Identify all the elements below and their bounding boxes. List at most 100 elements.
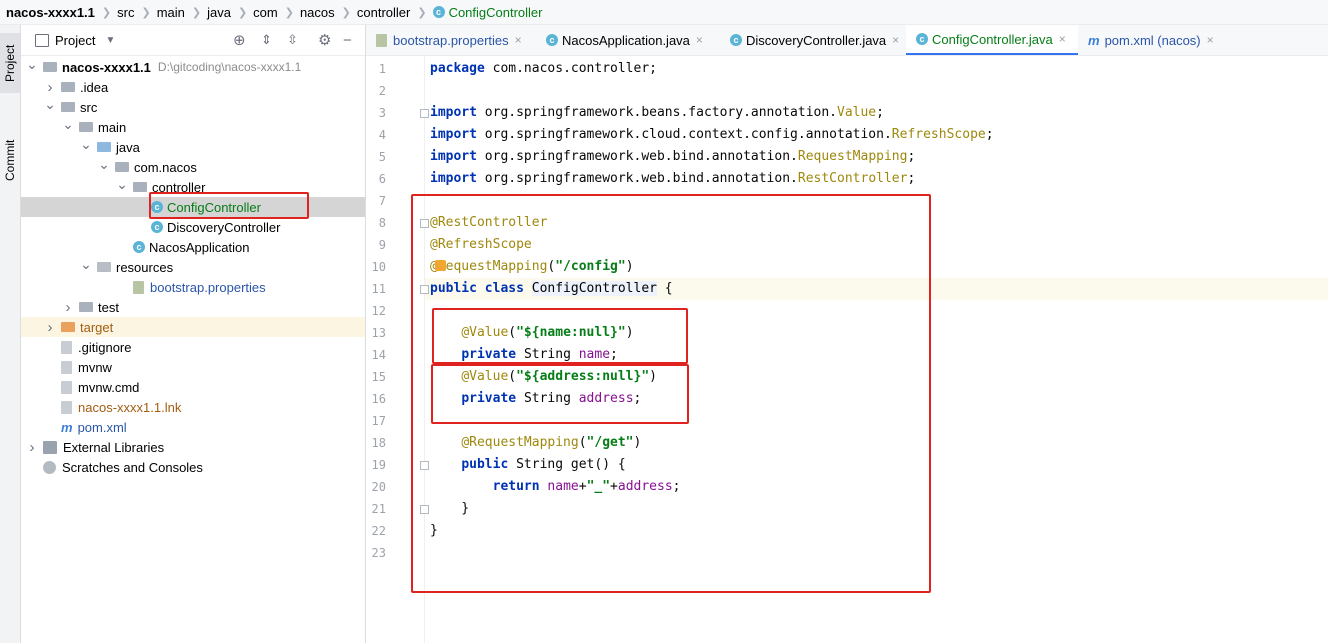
tree-item[interactable]: bootstrap.properties bbox=[21, 277, 365, 297]
breadcrumb-item[interactable]: java ❯ bbox=[201, 5, 247, 20]
tree-item[interactable]: c DiscoveryController bbox=[21, 217, 365, 237]
breadcrumb-item[interactable]: controller ❯ bbox=[351, 5, 427, 20]
tree-item[interactable]: mvnw.cmd bbox=[21, 377, 365, 397]
tool-window-strip: Project Commit bbox=[0, 25, 21, 643]
code-token: import bbox=[430, 149, 477, 164]
fold-marker-icon[interactable] bbox=[420, 109, 429, 118]
tree-item-label: Scratches and Consoles bbox=[62, 459, 203, 475]
chevron-down-icon[interactable]: ⌄ bbox=[25, 56, 39, 73]
tree-item[interactable]: ⌄ nacos-xxxx1.1 D:\gitcoding\nacos-xxxx1.1 bbox=[21, 56, 365, 77]
tree-item[interactable]: › target bbox=[21, 317, 365, 337]
chevron-right-icon[interactable]: › bbox=[61, 299, 75, 316]
line-number: 9 bbox=[378, 238, 386, 252]
expand-all-icon[interactable]: ⇕ bbox=[261, 32, 272, 48]
chevron-right-icon[interactable]: › bbox=[43, 79, 57, 96]
breadcrumb-separator-icon: ❯ bbox=[417, 6, 427, 19]
tree-item[interactable]: .gitignore bbox=[21, 337, 365, 357]
tree-item-label: target bbox=[80, 319, 114, 335]
tree-item[interactable]: ⌄ resources bbox=[21, 256, 365, 277]
editor-tab[interactable]: m pom.xml (nacos) × bbox=[1078, 25, 1228, 55]
code-token: ; bbox=[907, 149, 916, 164]
breadcrumb-item[interactable]: c ConfigController bbox=[427, 5, 543, 20]
editor-tab-label: pom.xml (nacos) bbox=[1104, 32, 1201, 48]
tree-item[interactable]: m pom.xml bbox=[21, 417, 365, 437]
breadcrumb-item[interactable]: src ❯ bbox=[111, 5, 151, 20]
close-icon[interactable]: × bbox=[696, 33, 703, 47]
hide-panel-icon[interactable]: − bbox=[343, 32, 352, 49]
chevron-down-icon[interactable]: ⌄ bbox=[43, 96, 57, 113]
collapse-all-icon[interactable]: ⇳ bbox=[287, 32, 298, 48]
code-line: package com.nacos.controller; bbox=[430, 58, 657, 80]
breadcrumb-item[interactable]: nacos-xxxx1.1 ❯ bbox=[0, 5, 111, 20]
editor-tab[interactable]: c DiscoveryController.java × bbox=[720, 25, 906, 55]
annotation-box-name-field bbox=[432, 308, 688, 364]
line-number: 18 bbox=[371, 436, 386, 450]
commit-tool-tab[interactable]: Commit bbox=[0, 125, 20, 195]
breadcrumb-separator-icon: ❯ bbox=[284, 6, 294, 19]
chevron-down-icon[interactable]: ⌄ bbox=[79, 256, 93, 273]
close-icon[interactable]: × bbox=[1059, 32, 1066, 46]
chevron-right-icon[interactable]: › bbox=[43, 319, 57, 336]
tree-item-label: DiscoveryController bbox=[167, 219, 281, 235]
resources-folder-icon bbox=[97, 262, 111, 272]
line-number: 14 bbox=[371, 348, 386, 362]
chevron-down-icon[interactable]: ⌄ bbox=[61, 116, 75, 133]
class-icon: c bbox=[916, 33, 928, 45]
line-number: 19 bbox=[371, 458, 386, 472]
code-token: ; bbox=[907, 171, 916, 186]
annotation-box-address-field bbox=[431, 364, 689, 424]
chevron-down-icon[interactable]: ⌄ bbox=[97, 156, 111, 173]
editor-tab[interactable]: bootstrap.properties × bbox=[366, 25, 536, 55]
breadcrumb-separator-icon: ❯ bbox=[341, 6, 351, 19]
tree-item[interactable]: nacos-xxxx1.1.lnk bbox=[21, 397, 365, 417]
project-panel-header: Project ▼ ⊕ ⇕ ⇳ ⚙ − bbox=[21, 25, 365, 56]
tree-item[interactable]: Scratches and Consoles bbox=[21, 457, 365, 477]
close-icon[interactable]: × bbox=[515, 33, 522, 47]
chevron-down-icon[interactable]: ⌄ bbox=[115, 176, 129, 193]
code-token: ; bbox=[876, 105, 884, 120]
editor-tab-label: bootstrap.properties bbox=[393, 32, 509, 48]
line-number: 11 bbox=[371, 282, 386, 296]
tree-item[interactable]: ⌄ main bbox=[21, 116, 365, 137]
tree-item[interactable]: mvnw bbox=[21, 357, 365, 377]
locate-icon[interactable]: ⊕ bbox=[233, 31, 246, 49]
tree-item[interactable]: › test bbox=[21, 297, 365, 317]
chevron-down-icon[interactable]: ▼ bbox=[105, 35, 115, 46]
code-line: import org.springframework.beans.factory… bbox=[430, 102, 884, 124]
tree-item-label: pom.xml bbox=[77, 419, 127, 435]
editor-tab-bar: bootstrap.properties × c NacosApplication.j… bbox=[366, 25, 1328, 56]
breadcrumb-item[interactable]: com ❯ bbox=[247, 5, 294, 20]
scratches-icon bbox=[43, 460, 56, 474]
gear-icon[interactable]: ⚙ bbox=[318, 31, 331, 49]
editor-tab[interactable]: c ConfigController.java × bbox=[906, 25, 1078, 55]
chevron-right-icon[interactable]: › bbox=[25, 439, 39, 456]
tree-item[interactable]: c NacosApplication bbox=[21, 237, 365, 257]
project-view-selector[interactable]: Project bbox=[55, 33, 95, 48]
code-token: com.nacos.controller; bbox=[484, 61, 657, 76]
breadcrumb-item[interactable]: main ❯ bbox=[151, 5, 201, 20]
project-tool-tab[interactable]: Project bbox=[0, 33, 20, 93]
chevron-down-icon[interactable]: ⌄ bbox=[79, 136, 93, 153]
tree-item-label: bootstrap.properties bbox=[150, 279, 266, 295]
tree-item-label: com.nacos bbox=[134, 159, 197, 175]
tree-item[interactable]: ⌄ src bbox=[21, 96, 365, 117]
folder-icon bbox=[79, 122, 93, 132]
class-icon: c bbox=[730, 34, 742, 46]
tree-item-label: src bbox=[80, 99, 98, 115]
breadcrumb-separator-icon: ❯ bbox=[191, 6, 202, 19]
code-token: Value bbox=[837, 105, 877, 120]
file-icon bbox=[61, 380, 72, 394]
close-icon[interactable]: × bbox=[892, 33, 899, 47]
line-number: 6 bbox=[378, 172, 386, 186]
editor-tab-label: NacosApplication.java bbox=[562, 32, 690, 48]
tree-item[interactable]: › External Libraries bbox=[21, 437, 365, 457]
editor-tab[interactable]: c NacosApplication.java × bbox=[536, 25, 720, 55]
tree-item[interactable]: ⌄ java bbox=[21, 136, 365, 157]
line-number: 23 bbox=[371, 546, 386, 560]
tree-item[interactable]: ⌄ com.nacos bbox=[21, 156, 365, 177]
breadcrumb-item[interactable]: nacos ❯ bbox=[294, 5, 351, 20]
tree-item-label: main bbox=[98, 119, 127, 135]
close-icon[interactable]: × bbox=[1207, 33, 1214, 47]
tree-item[interactable]: › .idea bbox=[21, 77, 365, 97]
file-icon bbox=[61, 360, 72, 374]
